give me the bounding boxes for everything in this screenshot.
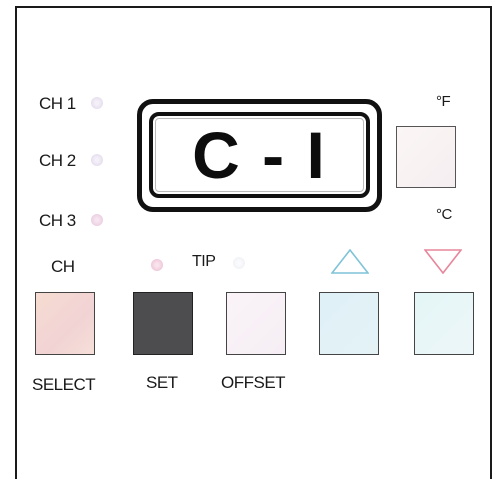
unit-indicator-window: [396, 126, 456, 188]
tip-indicator-secondary: [233, 257, 245, 269]
ch1-indicator: [91, 97, 103, 109]
triangle-up-icon: [331, 249, 369, 274]
control-panel: [15, 6, 492, 479]
display-readout: C - I: [192, 118, 327, 192]
select-button-label: SELECT: [32, 375, 96, 394]
triangle-down-icon: [424, 249, 462, 274]
set-button-label: SET: [146, 373, 178, 392]
celsius-label: °C: [436, 206, 452, 223]
ch2-indicator: [91, 154, 103, 166]
tip-indicator: [151, 259, 163, 271]
ch-label: CH: [51, 257, 75, 276]
ch3-label: CH 3: [39, 211, 76, 230]
offset-button-label: OFFSET: [221, 373, 286, 392]
offset-button[interactable]: [226, 292, 286, 355]
tip-label: TIP: [192, 253, 216, 270]
ch1-label: CH 1: [39, 94, 76, 113]
set-button[interactable]: [133, 292, 193, 355]
ch2-label: CH 2: [39, 151, 76, 170]
up-button[interactable]: [319, 292, 379, 355]
down-button[interactable]: [414, 292, 474, 355]
ch3-indicator: [91, 214, 103, 226]
fahrenheit-label: °F: [436, 93, 451, 110]
select-button[interactable]: [35, 292, 95, 355]
